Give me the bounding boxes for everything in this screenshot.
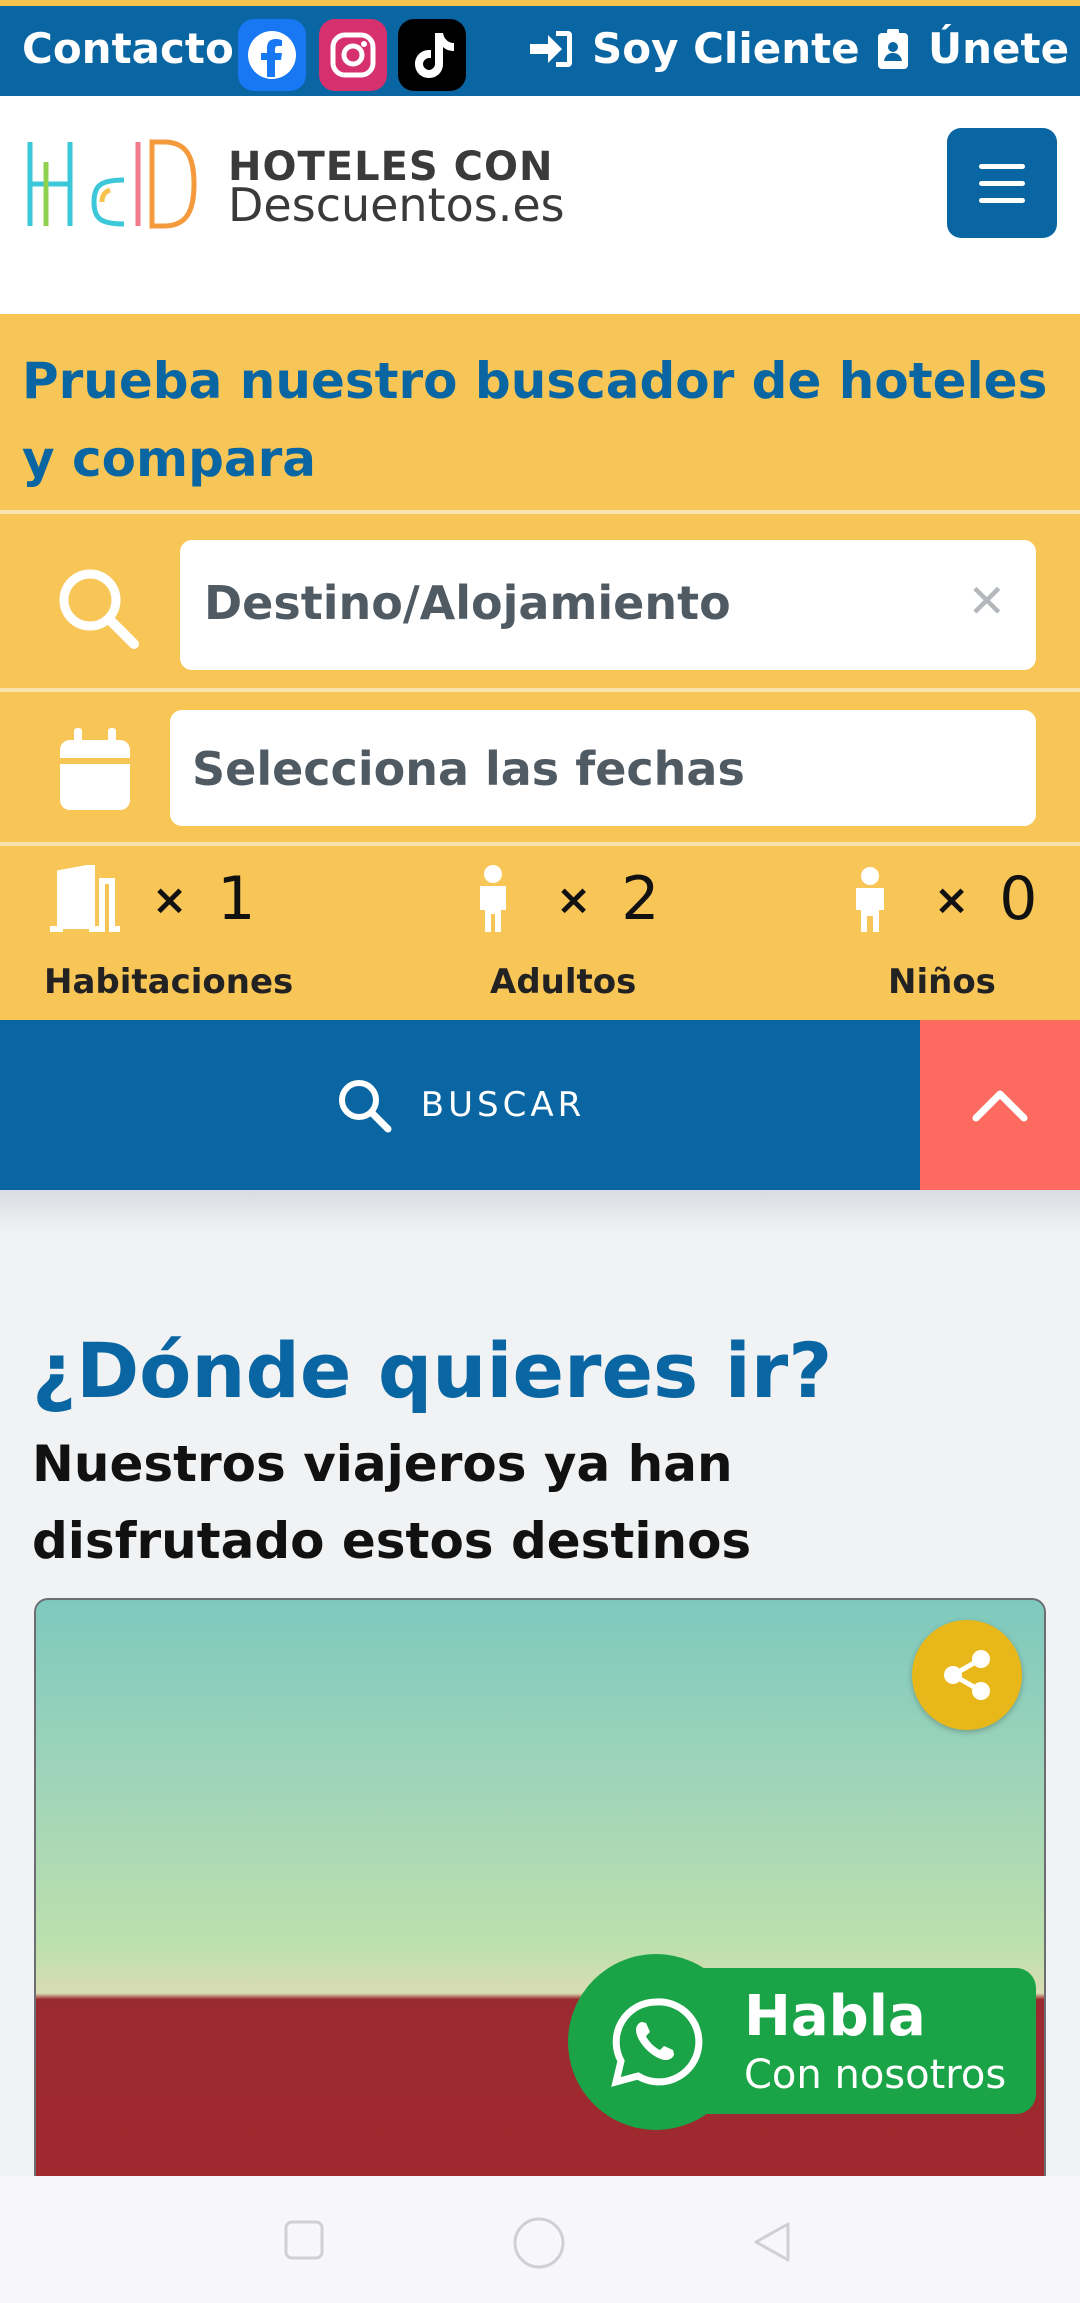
destination-input[interactable]: Destino/Alojamiento ✕ [180, 540, 1036, 670]
instagram-icon[interactable] [319, 19, 387, 91]
dates-input[interactable]: Selecciona las fechas [170, 710, 1036, 826]
top-bar: Contacto Soy Cliente Únete [0, 0, 1080, 96]
children-label: Niños [888, 962, 996, 1002]
search-button-label: BUSCAR [420, 1085, 586, 1125]
search-icon [338, 1080, 392, 1133]
client-label: Soy Cliente [592, 24, 860, 73]
child-icon [856, 867, 884, 932]
client-login-link[interactable]: Soy Cliente [528, 24, 860, 73]
search-panel-title: Prueba nuestro buscador de hoteles y com… [22, 352, 1048, 488]
rooms-selector[interactable]: × 1 Habitaciones [0, 864, 330, 1004]
dates-placeholder: Selecciona las fechas [192, 742, 745, 796]
menu-bar [979, 197, 1025, 203]
share-button[interactable] [912, 1620, 1022, 1730]
system-nav-bar [0, 2176, 1080, 2303]
hamburger-menu-button[interactable] [947, 128, 1057, 238]
whatsapp-chat-button[interactable]: Habla Con nosotros [568, 1954, 1036, 2130]
share-icon [944, 1650, 990, 1700]
destinations-subheading: Nuestros viajeros ya han disfrutado esto… [32, 1435, 752, 1570]
adults-label: Adultos [490, 962, 637, 1002]
join-label: Únete [928, 24, 1070, 73]
id-badge-icon [878, 28, 908, 69]
join-link[interactable]: Únete [876, 24, 1069, 73]
site-header: HOTELES CON Descuentos.es [0, 96, 1080, 314]
recents-icon[interactable] [284, 2220, 324, 2260]
times-sign: × [934, 874, 970, 924]
times-sign: × [556, 874, 592, 924]
sign-in-icon [530, 30, 572, 67]
contact-link[interactable]: Contacto [22, 24, 234, 73]
person-icon [480, 865, 506, 932]
home-icon[interactable] [512, 2216, 566, 2270]
tiktok-icon[interactable] [398, 19, 466, 91]
children-selector[interactable]: × 0 Niños [820, 864, 1080, 1004]
destinations-heading: ¿Dónde quieres ir? [32, 1326, 833, 1415]
hotel-search-panel: Prueba nuestro buscador de hoteles y com… [0, 314, 1080, 1020]
divider [0, 688, 1080, 692]
menu-bar [979, 163, 1025, 169]
rooms-count: 1 [217, 864, 256, 934]
panel-shadow [0, 1190, 1080, 1236]
menu-bar [979, 180, 1025, 186]
collapse-search-button[interactable] [920, 1020, 1080, 1190]
adults-count: 2 [621, 864, 660, 934]
whatsapp-circle [568, 1954, 744, 2130]
adults-selector[interactable]: × 2 Adultos [440, 864, 700, 1004]
clear-icon[interactable]: ✕ [967, 574, 1006, 628]
facebook-icon[interactable] [238, 19, 306, 91]
search-icon [59, 569, 139, 649]
search-button[interactable]: BUSCAR [0, 1020, 920, 1190]
divider [0, 510, 1080, 514]
children-count: 0 [999, 864, 1038, 934]
divider [0, 842, 1080, 846]
whatsapp-subtitle: Con nosotros [744, 2052, 1007, 2098]
brand-name-line2: Descuentos.es [228, 178, 565, 232]
rooms-label: Habitaciones [44, 962, 294, 1002]
whatsapp-title: Habla [744, 1984, 926, 2049]
times-sign: × [152, 874, 188, 924]
chevron-up-icon [972, 1090, 1028, 1122]
back-icon[interactable] [752, 2220, 792, 2264]
door-icon [50, 865, 120, 932]
calendar-icon [60, 728, 130, 810]
destination-placeholder: Destino/Alojamiento [204, 576, 731, 630]
whatsapp-icon [611, 1998, 703, 2087]
